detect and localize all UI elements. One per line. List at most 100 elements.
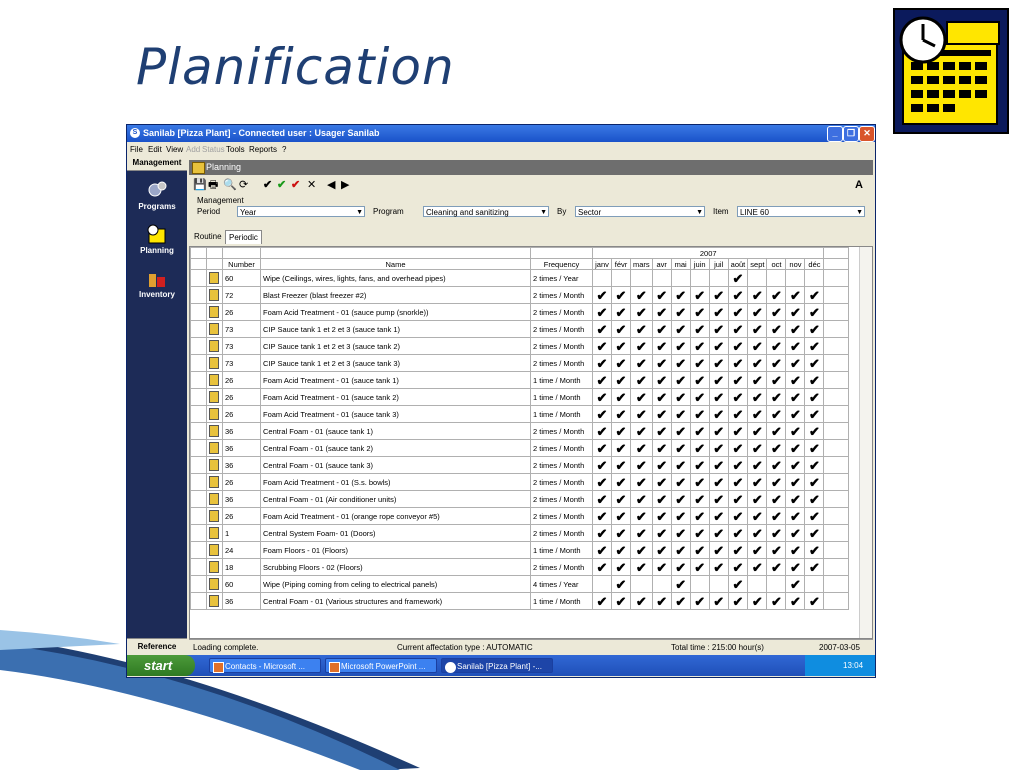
taskbar-item-contacts[interactable]: Contacts - Microsoft ...	[209, 658, 321, 673]
month-check-cell[interactable]: ✔	[689, 388, 710, 406]
column-header-month[interactable]: nov	[785, 258, 806, 270]
row-selector[interactable]	[190, 405, 207, 423]
month-check-cell[interactable]: ✔	[651, 456, 672, 474]
table-row[interactable]: 26 Foam Acid Treatment - 01 (S.s. bowls) 2…	[190, 473, 850, 491]
month-check-cell[interactable]: ✔	[689, 524, 710, 542]
month-check-cell[interactable]: ✔	[727, 422, 749, 440]
month-check-cell[interactable]: ✔	[592, 541, 612, 559]
taskbar-item-sanilab[interactable]: Sanilab [Pizza Plant] -...	[441, 658, 553, 673]
column-header-month[interactable]: févr	[611, 258, 631, 270]
month-check-cell[interactable]: ✔	[670, 558, 691, 576]
month-check-cell[interactable]: ✔	[804, 541, 825, 559]
month-check-cell[interactable]: ✔	[804, 507, 825, 525]
month-check-cell[interactable]: ✔	[785, 320, 806, 338]
month-check-cell[interactable]: ✔	[670, 439, 691, 457]
month-check-cell[interactable]	[766, 269, 787, 287]
month-check-cell[interactable]: ✔	[804, 303, 825, 321]
column-header-month[interactable]: déc	[804, 258, 825, 270]
month-check-cell[interactable]: ✔	[727, 507, 749, 525]
sidebar-item-planning[interactable]: Planning	[127, 224, 187, 255]
minimize-button[interactable]: _	[827, 126, 843, 142]
month-check-cell[interactable]: ✔	[630, 473, 653, 491]
month-check-cell[interactable]: ✔	[766, 439, 787, 457]
month-check-cell[interactable]: ✔	[651, 422, 672, 440]
month-check-cell[interactable]: ✔	[766, 456, 787, 474]
month-check-cell[interactable]: ✔	[766, 558, 787, 576]
month-check-cell[interactable]: ✔	[670, 405, 691, 423]
month-check-cell[interactable]: ✔	[630, 354, 653, 372]
row-selector[interactable]	[190, 422, 207, 440]
month-check-cell[interactable]: ✔	[670, 456, 691, 474]
month-check-cell[interactable]: ✔	[651, 337, 672, 355]
month-check-cell[interactable]: ✔	[708, 422, 729, 440]
month-check-cell[interactable]: ✔	[708, 388, 729, 406]
month-check-cell[interactable]: ✔	[804, 456, 825, 474]
month-check-cell[interactable]: ✔	[630, 524, 653, 542]
month-check-cell[interactable]: ✔	[611, 490, 631, 508]
month-check-cell[interactable]: ✔	[670, 473, 691, 491]
month-check-cell[interactable]: ✔	[727, 439, 749, 457]
month-check-cell[interactable]: ✔	[611, 371, 631, 389]
month-check-cell[interactable]: ✔	[611, 354, 631, 372]
month-check-cell[interactable]: ✔	[747, 456, 768, 474]
month-check-cell[interactable]: ✔	[747, 371, 768, 389]
month-check-cell[interactable]: ✔	[747, 320, 768, 338]
month-check-cell[interactable]: ✔	[611, 303, 631, 321]
month-check-cell[interactable]: ✔	[689, 405, 710, 423]
month-check-cell[interactable]: ✔	[785, 371, 806, 389]
month-check-cell[interactable]: ✔	[747, 473, 768, 491]
month-check-cell[interactable]: ✔	[689, 320, 710, 338]
table-row[interactable]: 36 Central Foam - 01 (sauce tank 3) 2 time…	[190, 456, 850, 474]
month-check-cell[interactable]: ✔	[708, 456, 729, 474]
month-check-cell[interactable]: ✔	[689, 592, 710, 610]
refresh-icon[interactable]: ⟳	[239, 179, 248, 192]
month-check-cell[interactable]: ✔	[766, 541, 787, 559]
column-header-month[interactable]: mai	[670, 258, 691, 270]
sidebar-tab-management[interactable]: Management	[127, 156, 187, 171]
table-row[interactable]: 36 Central Foam - 01 (sauce tank 1) 2 time…	[190, 422, 850, 440]
sidebar-item-programs[interactable]: Programs	[127, 180, 187, 211]
month-check-cell[interactable]: ✔	[670, 371, 691, 389]
month-check-cell[interactable]: ✔	[592, 439, 612, 457]
month-check-cell[interactable]: ✔	[747, 524, 768, 542]
month-check-cell[interactable]: ✔	[708, 507, 729, 525]
row-selector[interactable]	[190, 524, 207, 542]
month-check-cell[interactable]: ✔	[592, 337, 612, 355]
find-icon[interactable]: 🔍	[223, 179, 237, 192]
menu-view[interactable]: View	[166, 145, 183, 154]
month-check-cell[interactable]: ✔	[708, 405, 729, 423]
table-row[interactable]: 1 Central System Foam- 01 (Doors) 2 times …	[190, 524, 850, 542]
month-check-cell[interactable]: ✔	[651, 303, 672, 321]
row-selector[interactable]	[190, 439, 207, 457]
month-check-cell[interactable]: ✔	[611, 541, 631, 559]
month-check-cell[interactable]: ✔	[747, 439, 768, 457]
month-check-cell[interactable]: ✔	[727, 371, 749, 389]
month-check-cell[interactable]: ✔	[651, 320, 672, 338]
month-check-cell[interactable]: ✔	[727, 405, 749, 423]
month-check-cell[interactable]: ✔	[785, 524, 806, 542]
month-check-cell[interactable]: ✔	[630, 490, 653, 508]
month-check-cell[interactable]: ✔	[708, 320, 729, 338]
month-check-cell[interactable]: ✔	[611, 388, 631, 406]
menu-reports[interactable]: Reports	[249, 145, 277, 154]
menu-add[interactable]: Add	[186, 145, 200, 154]
month-check-cell[interactable]: ✔	[592, 592, 612, 610]
month-check-cell[interactable]: ✔	[785, 473, 806, 491]
month-check-cell[interactable]: ✔	[611, 507, 631, 525]
month-check-cell[interactable]: ✔	[804, 592, 825, 610]
month-check-cell[interactable]: ✔	[630, 286, 653, 304]
sidebar-tab-reference[interactable]: Reference	[127, 638, 187, 654]
month-check-cell[interactable]: ✔	[651, 507, 672, 525]
table-row[interactable]: 36 Central Foam - 01 (sauce tank 2) 2 time…	[190, 439, 850, 457]
month-check-cell[interactable]: ✔	[785, 286, 806, 304]
month-check-cell[interactable]: ✔	[727, 575, 749, 593]
month-check-cell[interactable]: ✔	[670, 592, 691, 610]
month-check-cell[interactable]: ✔	[651, 541, 672, 559]
month-check-cell[interactable]: ✔	[727, 286, 749, 304]
month-check-cell[interactable]: ✔	[708, 541, 729, 559]
column-header-month[interactable]: sept	[747, 258, 768, 270]
month-check-cell[interactable]: ✔	[727, 456, 749, 474]
month-check-cell[interactable]: ✔	[785, 422, 806, 440]
month-check-cell[interactable]: ✔	[708, 592, 729, 610]
month-check-cell[interactable]: ✔	[670, 320, 691, 338]
